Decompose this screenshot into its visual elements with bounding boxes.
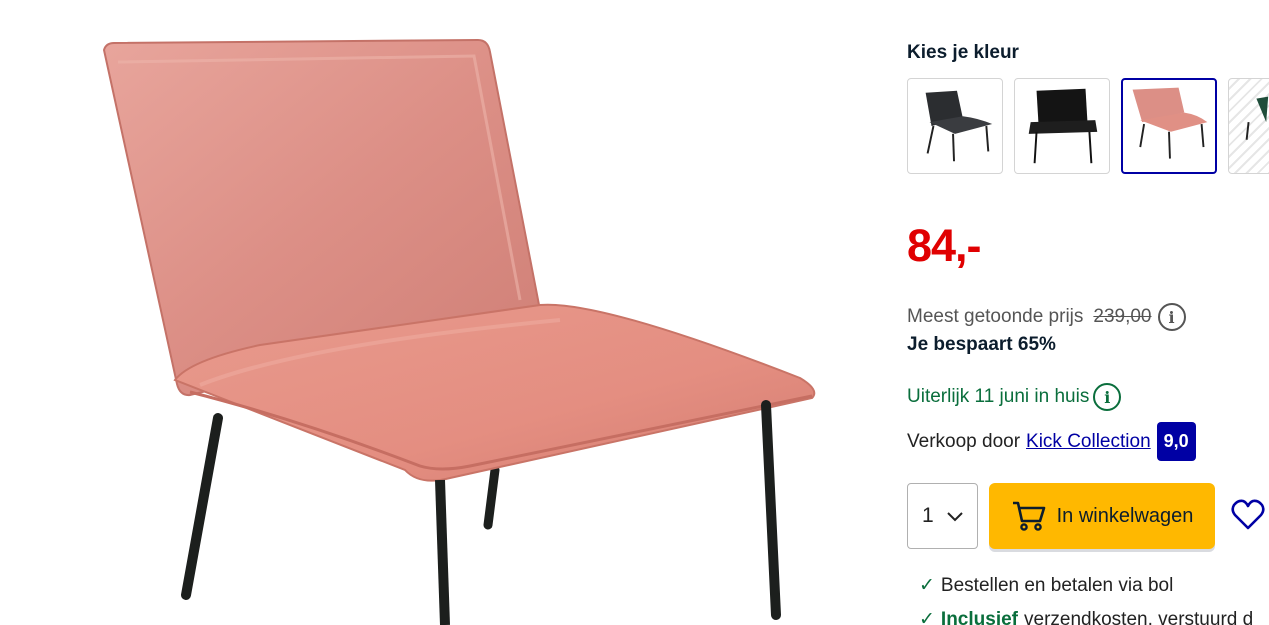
chevron-down-icon <box>946 512 963 522</box>
usp-text: Bestellen en betalen via bol <box>940 574 1174 596</box>
color-swatches <box>907 78 1269 174</box>
info-icon[interactable]: i <box>1157 303 1186 331</box>
previous-price-label: Meest getoonde prijs <box>907 306 1084 327</box>
heart-icon[interactable] <box>1230 497 1266 533</box>
delivery-text: Uiterlijk 11 juni in huis <box>907 386 1090 407</box>
color-picker-title: Kies je kleur <box>907 42 1019 63</box>
check-icon: ✓ <box>919 609 935 625</box>
chair-thumbnail-icon <box>1028 88 1098 164</box>
cart-icon <box>1012 501 1045 531</box>
chair-thumbnail-icon <box>1132 87 1208 159</box>
swatch-dark-grey[interactable] <box>907 78 1003 174</box>
usp-text: verzendkosten, verstuurd d <box>1024 608 1254 625</box>
swatch-green[interactable] <box>1228 78 1269 174</box>
savings-text: Je bespaart 65% <box>907 334 1056 355</box>
seller-link[interactable]: Kick Collection <box>1026 431 1151 453</box>
seller-label: Verkoop door <box>907 430 1021 452</box>
chair-thumbnail-icon <box>1245 96 1269 140</box>
delivery-info-icon[interactable]: i <box>1093 383 1122 411</box>
chair-thumbnail-icon <box>925 90 993 162</box>
buy-panel: Kies je kleur 84,- Meest getoonde prijs … <box>907 0 1269 625</box>
chair-illustration <box>102 38 816 625</box>
previous-price-line: Meest getoonde prijs 239,00 i <box>907 303 1186 331</box>
quantity-select[interactable]: 1 <box>907 483 978 549</box>
previous-price: 239,00 <box>1093 306 1152 327</box>
usp-bold: Inclusief <box>940 608 1018 625</box>
seller-line: Verkoop door Kick Collection 9,0 <box>907 422 1196 461</box>
swatch-pink[interactable] <box>1121 78 1217 174</box>
add-to-cart-label: In winkelwagen <box>1056 504 1194 527</box>
check-icon: ✓ <box>919 575 935 596</box>
price: 84,- <box>907 220 982 271</box>
swatch-black[interactable] <box>1014 78 1110 174</box>
usp-item: ✓ Inclusief verzendkosten, verstuurd d <box>919 608 1253 625</box>
delivery-line: Uiterlijk 11 juni in huis i <box>907 383 1122 411</box>
quantity-value: 1 <box>922 504 934 527</box>
add-to-cart-button[interactable]: In winkelwagen <box>989 483 1215 549</box>
seller-rating-badge[interactable]: 9,0 <box>1156 422 1196 461</box>
usp-item: ✓ Bestellen en betalen via bol <box>919 574 1173 597</box>
product-image[interactable] <box>0 0 880 625</box>
